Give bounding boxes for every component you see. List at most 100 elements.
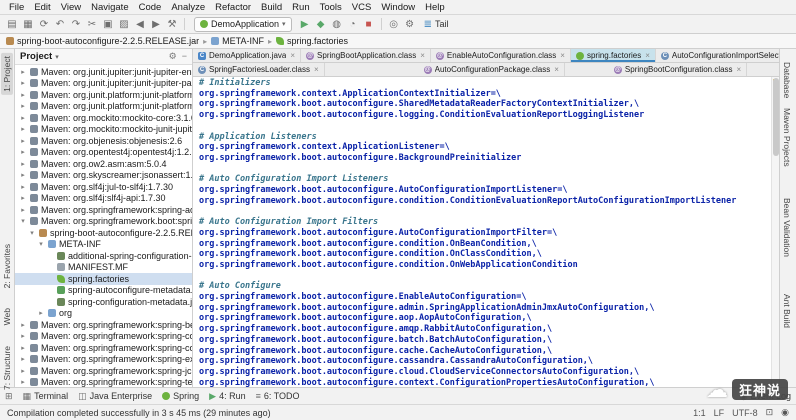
tree-item-additional-spring-configuration-metadata[interactable]: additional-spring-configuration-metadata… — [15, 250, 192, 262]
paste-icon[interactable]: ▨ — [117, 17, 131, 31]
tree-item-maven-org-junit-platform-junit-platform[interactable]: ▸Maven: org.junit.platform:junit-platfor… — [15, 89, 192, 101]
menu-navigate[interactable]: Navigate — [86, 2, 134, 13]
tree-item-maven-org-mockito-mockito-junit-jupiter[interactable]: ▸Maven: org.mockito:mockito-junit-jupite… — [15, 124, 192, 136]
cursor-position-indicator[interactable]: 1:1 — [693, 408, 706, 418]
tree-item-manifest-mf[interactable]: MANIFEST.MF — [15, 262, 192, 274]
chevron-right-icon[interactable]: ▸ — [19, 68, 27, 76]
tool-button-4-run[interactable]: ▶4: Run — [209, 391, 245, 402]
editor[interactable]: # Initializersorg.springframework.contex… — [193, 77, 779, 387]
tree-item-maven-org-springframework-spring-expres[interactable]: ▸Maven: org.springframework:spring-expre… — [15, 354, 192, 366]
encoding-indicator[interactable]: UTF-8 — [732, 408, 758, 418]
chevron-right-icon[interactable]: ▸ — [19, 91, 27, 99]
chevron-right-icon[interactable]: ▸ — [19, 332, 27, 340]
breadcrumb-item[interactable]: spring-boot-autoconfigure-2.2.5.RELEASE.… — [6, 36, 199, 46]
chevron-down-icon[interactable]: ▾ — [19, 217, 27, 225]
tree-item-spring-boot-autoconfigure-2-2-5-release[interactable]: ▾spring-boot-autoconfigure-2.2.5.RELEASE… — [15, 227, 192, 239]
undo-icon[interactable]: ↶ — [53, 17, 67, 31]
tree-item-maven-org-springframework-boot-spring-b[interactable]: ▾Maven: org.springframework.boot:spring-… — [15, 216, 192, 228]
chevron-right-icon[interactable]: ▸ — [19, 355, 27, 363]
chevron-down-icon[interactable]: ▾ — [28, 229, 36, 237]
editor-tab-autoconfigurationpackage-class[interactable]: @AutoConfigurationPackage.class× — [419, 63, 565, 76]
menu-build[interactable]: Build — [256, 2, 287, 13]
breadcrumb-item[interactable]: spring.factories — [276, 36, 348, 46]
tree-item-maven-org-springframework-spring-test-5[interactable]: ▸Maven: org.springframework:spring-test:… — [15, 377, 192, 388]
tree-item-maven-org-junit-platform-junit-platform[interactable]: ▸Maven: org.junit.platform:junit-platfor… — [15, 101, 192, 113]
open-project-icon[interactable]: ▤ — [5, 17, 19, 31]
chevron-right-icon[interactable]: ▸ — [37, 309, 45, 317]
notifications-icon[interactable]: ◉ — [781, 407, 789, 418]
profiler-icon[interactable]: ◔ — [346, 17, 360, 31]
tool-button-terminal[interactable]: ▦Terminal — [23, 391, 69, 402]
tool-button-1-project[interactable]: 1: Project — [1, 53, 13, 95]
close-icon[interactable]: × — [420, 51, 425, 60]
chevron-right-icon[interactable]: ▸ — [19, 367, 27, 375]
close-icon[interactable]: × — [290, 51, 295, 60]
tree-item-maven-org-springframework-spring-core-5[interactable]: ▸Maven: org.springframework:spring-core:… — [15, 342, 192, 354]
close-icon[interactable]: × — [314, 65, 319, 74]
tree-item-maven-org-mockito-mockito-core-3-1-0[interactable]: ▸Maven: org.mockito:mockito-core:3.1.0 — [15, 112, 192, 124]
close-icon[interactable]: × — [560, 51, 565, 60]
tree-item-maven-org-junit-jupiter-junit-jupiter-p[interactable]: ▸Maven: org.junit.jupiter:junit-jupiter-… — [15, 78, 192, 90]
tree-item-meta-inf[interactable]: ▾META-INF — [15, 239, 192, 251]
redo-icon[interactable]: ↷ — [69, 17, 83, 31]
project-view-select[interactable]: Project ▾ — [20, 51, 59, 62]
stop-icon[interactable]: ■ — [362, 17, 376, 31]
chevron-right-icon[interactable]: ▸ — [19, 206, 27, 214]
chevron-right-icon[interactable]: ▸ — [19, 378, 27, 386]
debug-icon[interactable]: ◆ — [314, 17, 328, 31]
tool-button-ant-build[interactable]: Ant Build — [781, 291, 793, 331]
menu-run[interactable]: Run — [287, 2, 314, 13]
menu-vcs[interactable]: VCS — [347, 2, 377, 13]
run-icon[interactable]: ▶ — [298, 17, 312, 31]
close-icon[interactable]: × — [645, 51, 650, 60]
build-icon[interactable]: ⚒ — [165, 17, 179, 31]
tree-item-maven-org-skyscreamer-jsonassert-1-5-0[interactable]: ▸Maven: org.skyscreamer:jsonassert:1.5.0 — [15, 170, 192, 182]
forward-icon[interactable]: ▶ — [149, 17, 163, 31]
copy-icon[interactable]: ▣ — [101, 17, 115, 31]
editor-tab-demoapplication-java[interactable]: CDemoApplication.java× — [193, 49, 301, 62]
settings-icon[interactable]: ⚙ — [403, 17, 417, 31]
tool-button-spring[interactable]: Spring — [162, 391, 199, 401]
tree-item-maven-org-springframework-spring-contex[interactable]: ▸Maven: org.springframework:spring-conte… — [15, 331, 192, 343]
tree-item-spring-autoconfigure-metadata-properties[interactable]: spring-autoconfigure-metadata.properties — [15, 285, 192, 297]
gear-icon[interactable]: ⚙ — [169, 51, 177, 62]
chevron-right-icon[interactable]: ▸ — [19, 160, 27, 168]
chevron-right-icon[interactable]: ▸ — [19, 125, 27, 133]
tail-button[interactable]: ≣ Tail — [419, 19, 454, 30]
tool-button-maven-projects[interactable]: Maven Projects — [781, 105, 793, 170]
tree-item-maven-org-opentest4j-opentest4j-1-2-0[interactable]: ▸Maven: org.opentest4j:opentest4j:1.2.0 — [15, 147, 192, 159]
save-all-icon[interactable]: ▦ — [21, 17, 35, 31]
run-configuration-select[interactable]: DemoApplication ▾ — [194, 17, 292, 32]
editor-scrollbar[interactable] — [771, 77, 779, 387]
editor-tab-enableautoconfiguration-class[interactable]: @EnableAutoConfiguration.class× — [431, 49, 571, 62]
chevron-right-icon[interactable]: ▸ — [19, 183, 27, 191]
breadcrumb-item[interactable]: META-INF — [211, 36, 264, 46]
tree-item-spring-factories[interactable]: spring.factories — [15, 273, 192, 285]
tree-item-maven-org-springframework-spring-jcl-5[interactable]: ▸Maven: org.springframework:spring-jcl:5… — [15, 365, 192, 377]
back-icon[interactable]: ◀ — [133, 17, 147, 31]
menu-refactor[interactable]: Refactor — [210, 2, 256, 13]
menu-window[interactable]: Window — [376, 2, 420, 13]
tool-button-java-enterprise[interactable]: ◫Java Enterprise — [78, 391, 152, 402]
tool-button-7-structure[interactable]: 7: Structure — [1, 343, 13, 393]
collapse-all-icon[interactable]: − — [182, 51, 187, 62]
chevron-right-icon[interactable]: ▸ — [19, 321, 27, 329]
menu-tools[interactable]: Tools — [315, 2, 347, 13]
close-icon[interactable]: × — [737, 65, 742, 74]
tool-button-6-todo[interactable]: ≡6: TODO — [256, 391, 300, 401]
tool-button-2-favorites[interactable]: 2: Favorites — [1, 241, 13, 291]
tree-item-spring-configuration-metadata-json[interactable]: spring-configuration-metadata.json — [15, 296, 192, 308]
chevron-right-icon[interactable]: ▸ — [19, 171, 27, 179]
close-icon[interactable]: × — [554, 65, 559, 74]
menu-help[interactable]: Help — [420, 2, 450, 13]
sync-icon[interactable]: ⟳ — [37, 17, 51, 31]
chevron-right-icon[interactable]: ▸ — [19, 194, 27, 202]
chevron-right-icon[interactable]: ▸ — [19, 114, 27, 122]
editor-tab-autoconfigurationimportselector-class[interactable]: CAutoConfigurationImportSelector.class× — [656, 49, 779, 62]
chevron-right-icon[interactable]: ▸ — [19, 148, 27, 156]
tree-item-maven-org-slf4j-jul-to-slf4j-1-7-30[interactable]: ▸Maven: org.slf4j:jul-to-slf4j:1.7.30 — [15, 181, 192, 193]
chevron-right-icon[interactable]: ▸ — [19, 102, 27, 110]
tree-item-maven-org-slf4j-slf4j-api-1-7-30[interactable]: ▸Maven: org.slf4j:slf4j-api:1.7.30 — [15, 193, 192, 205]
chevron-right-icon[interactable]: ▸ — [19, 137, 27, 145]
editor-tab-springbootconfiguration-class[interactable]: @SpringBootConfiguration.class× — [609, 63, 747, 76]
